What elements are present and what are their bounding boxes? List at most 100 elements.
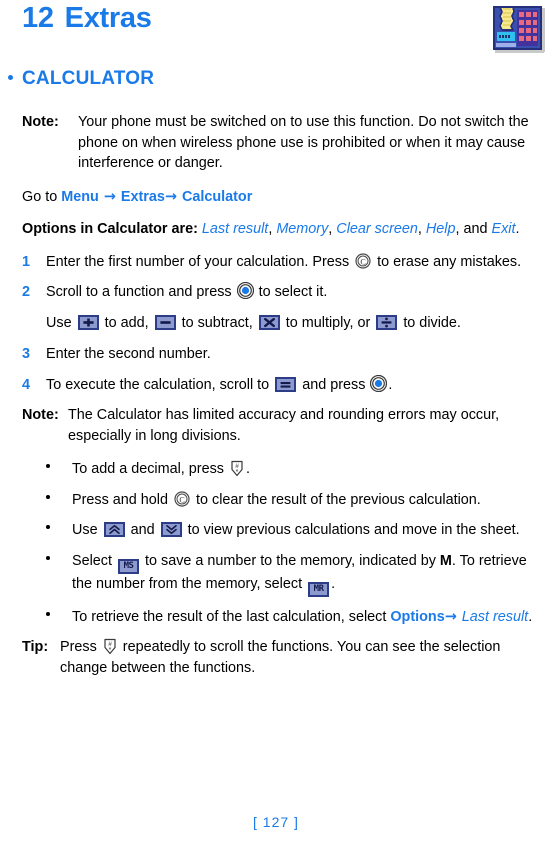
- list-item: Press and hold C to clear the result of …: [22, 490, 534, 511]
- options-prefix: Options in Calculator are:: [22, 221, 198, 237]
- hash-key-icon: # *: [103, 638, 117, 655]
- memory-recall-key-icon: MR: [308, 581, 330, 597]
- bullet-4-text-mid: to save a number to the memory, indicate…: [145, 552, 436, 569]
- step-text: Enter the second number.: [46, 346, 211, 362]
- operators-use: Use: [46, 314, 72, 331]
- step-1-text-after: to erase any mistakes.: [377, 253, 522, 270]
- page-title: 12 Extras: [22, 2, 152, 35]
- page-body: Note: Your phone must be switched on to …: [22, 112, 534, 691]
- tip-text-after: repeatedly to scroll the functions. You …: [60, 639, 501, 676]
- step-1-text-before: Enter the first number of your calculati…: [46, 253, 350, 270]
- bullet-3-text-mid: and: [130, 522, 155, 538]
- scroll-select-key-icon: [370, 374, 388, 392]
- memory-save-key-icon: MS: [118, 558, 139, 574]
- options-conjunction: and: [463, 221, 488, 237]
- calculator-icon: [490, 4, 545, 56]
- memory-indicator-letter: M: [439, 552, 452, 569]
- operators-to-divide: to divide.: [403, 314, 461, 331]
- svg-text:C: C: [360, 257, 365, 266]
- divide-key-icon: [376, 314, 398, 330]
- bullet-dot-icon: [22, 459, 72, 480]
- step-4: 4 To execute the calculation, scroll to …: [22, 374, 534, 396]
- list-item: To retrieve the result of the last calcu…: [22, 607, 534, 628]
- tip-text: Press # * repeatedly to scroll the funct…: [60, 637, 534, 678]
- note-label: Note:: [22, 407, 59, 423]
- note-block-2: Note: The Calculator has limited accurac…: [22, 405, 534, 446]
- chapter-number: 12: [22, 2, 54, 34]
- option-help[interactable]: Help: [426, 221, 456, 237]
- step-2-text-after: to select it.: [258, 284, 328, 300]
- operators-to-multiply: to multiply, or: [285, 314, 371, 331]
- operators-line: Use to add, to subtract, to multiply, or: [46, 313, 534, 334]
- last-result-link[interactable]: Last result: [462, 609, 528, 625]
- tip-label: Tip:: [22, 639, 49, 655]
- list-item: Use and to view previous calculations an…: [22, 520, 534, 541]
- svg-text:C: C: [179, 495, 184, 504]
- path-arrow-1: →: [98, 188, 121, 205]
- sep-4: ,: [455, 221, 464, 237]
- path-arrow-2: →: [164, 188, 182, 205]
- step-4-text-end: .: [388, 376, 393, 393]
- step-number: 1: [22, 253, 31, 270]
- bullet-4-text-before: Select: [72, 552, 112, 569]
- step-4-text-before: To execute the calculation, scroll to: [46, 376, 270, 393]
- step-text: Scroll to a function and press to select…: [46, 281, 534, 303]
- section-heading-label: CALCULATOR: [22, 68, 155, 89]
- options-list-line: Options in Calculator are: Last result, …: [22, 219, 534, 240]
- menu-path-menu[interactable]: Menu: [61, 189, 99, 205]
- option-clear-screen[interactable]: Clear screen: [336, 221, 418, 237]
- bullet-3-text-after: to view previous calculations and move i…: [187, 522, 520, 538]
- hash-key-icon: # *: [230, 460, 244, 477]
- step-2: 2 Scroll to a function and press to sele…: [22, 281, 534, 303]
- step-4-text-after: and press: [302, 376, 366, 393]
- list-item-text: Select MS to save a number to the memory…: [72, 551, 534, 597]
- scroll-up-key-icon: [103, 522, 125, 537]
- bullet-1-text-after: .: [245, 461, 250, 477]
- list-item-text: Use and to view previous calculations an…: [72, 520, 534, 541]
- bullet-dot-icon: [22, 551, 72, 572]
- option-exit[interactable]: Exit: [492, 221, 516, 237]
- option-last-result[interactable]: Last result: [202, 221, 268, 237]
- plus-key-icon: [77, 314, 99, 330]
- page-number: [ 127 ]: [253, 814, 299, 830]
- step-number: 2: [22, 284, 31, 300]
- step-1: 1 Enter the first number of your calcula…: [22, 252, 534, 273]
- clear-key-icon: C: [174, 490, 190, 507]
- section-heading: CALCULATOR: [8, 68, 154, 90]
- list-item-text: Press and hold C to clear the result of …: [72, 490, 534, 511]
- menu-path-calculator[interactable]: Calculator: [182, 189, 252, 205]
- tips-bullet-list: To add a decimal, press # * . Press and …: [22, 459, 534, 627]
- scroll-select-key-icon: [236, 281, 254, 300]
- bullet-dot-icon: [22, 607, 72, 628]
- list-item-text: To retrieve the result of the last calcu…: [72, 607, 534, 628]
- scroll-down-key-icon: [160, 522, 182, 537]
- tip-block: Tip: Press # * repeatedly to scroll the …: [22, 637, 534, 678]
- equals-key-icon: [275, 376, 297, 392]
- bullet-5-arrow: →: [444, 608, 462, 625]
- step-number: 4: [22, 376, 31, 393]
- manual-page: 12 Extras CALCULATOR Note: Your phone mu…: [0, 0, 552, 841]
- options-menu-link[interactable]: Options: [390, 609, 444, 625]
- navigation-path: Go to Menu → Extras→ Calculator: [22, 187, 534, 208]
- goto-prefix: Go to: [22, 188, 62, 205]
- operators-to-subtract: to subtract,: [181, 314, 253, 331]
- bullet-1-text-before: To add a decimal, press: [72, 461, 224, 477]
- menu-path-extras[interactable]: Extras: [121, 189, 165, 205]
- step-text: Enter the first number of your calculati…: [46, 252, 534, 273]
- note-text: Your phone must be switched on to use th…: [78, 114, 529, 171]
- svg-text:*: *: [108, 647, 111, 654]
- bullet-5-text-before: To retrieve the result of the last calcu…: [72, 608, 387, 625]
- tip-text-before: Press: [60, 639, 97, 655]
- list-item: To add a decimal, press # * .: [22, 459, 534, 480]
- bullet-3-text-before: Use: [72, 522, 98, 538]
- option-memory[interactable]: Memory: [276, 221, 328, 237]
- bullet-4-text-after: .: [331, 575, 336, 592]
- bullet-2-text-before: Press and hold: [72, 491, 168, 508]
- list-item-text: To add a decimal, press # * .: [72, 459, 534, 480]
- bullet-dot-icon: [22, 490, 72, 511]
- bullet-dot-icon: [22, 520, 72, 541]
- bullet-square-icon: [8, 75, 13, 80]
- note-label: Note:: [22, 114, 59, 130]
- list-item: Select MS to save a number to the memory…: [22, 551, 534, 597]
- step-2-text-before: Scroll to a function and press: [46, 284, 232, 300]
